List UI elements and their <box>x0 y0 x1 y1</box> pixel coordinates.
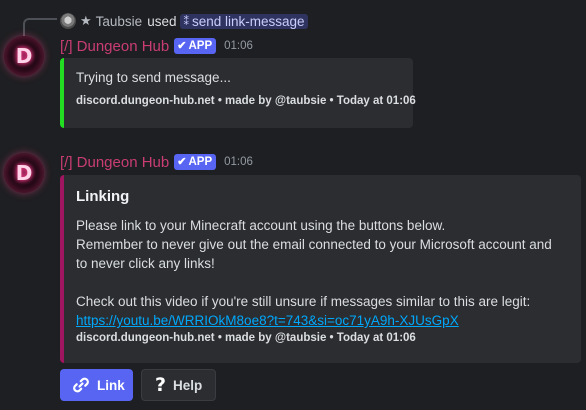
linking-embed: Linking Please link to your Minecraft ac… <box>60 175 581 363</box>
message-timestamp[interactable]: 01:06 <box>224 156 253 168</box>
replied-username[interactable]: Taubsie <box>96 14 143 29</box>
question-icon: ? <box>155 374 167 396</box>
message-timestamp[interactable]: 01:06 <box>224 40 253 52</box>
slash-command-icon: ⁑ <box>183 15 189 28</box>
embed-description-line: Remember to never give out the email con… <box>76 237 552 252</box>
embed-description-line: Check out this video if you're still uns… <box>76 294 531 309</box>
link-button-label: Link <box>97 377 125 393</box>
embed-description: Please link to your Minecraft account us… <box>76 216 576 330</box>
app-badge: ✔ APP <box>174 154 217 170</box>
embed-title: Linking <box>76 188 130 205</box>
bot-avatar[interactable]: D <box>4 36 44 76</box>
slash-command-name: send link-message <box>191 13 305 29</box>
bot-username[interactable]: [/] Dungeon Hub <box>60 154 169 171</box>
message-header: [/] Dungeon Hub ✔ APP 01:06 <box>60 152 253 172</box>
avatar-letter: D <box>15 44 33 68</box>
link-button[interactable]: Link <box>60 369 133 401</box>
verified-check-icon: ✔ <box>177 156 187 168</box>
avatar-letter: D <box>15 161 33 185</box>
help-button[interactable]: ? Help <box>141 369 216 401</box>
reply-connector <box>23 18 57 36</box>
star-icon: ★ <box>80 13 92 28</box>
app-badge: ✔ APP <box>174 38 217 54</box>
replied-user-avatar[interactable] <box>60 13 76 29</box>
message-header: [/] Dungeon Hub ✔ APP 01:06 <box>60 36 253 56</box>
embed-description-line: to never click any links! <box>76 256 215 271</box>
verified-check-icon: ✔ <box>177 40 187 52</box>
embed-description-line: Please link to your Minecraft account us… <box>76 218 446 233</box>
reply-used-text: used <box>147 13 177 29</box>
bot-username[interactable]: [/] Dungeon Hub <box>60 38 169 55</box>
embed-footer: discord.dungeon-hub.net • made by @taubs… <box>76 95 416 107</box>
help-button-label: Help <box>173 377 203 393</box>
status-embed: Trying to send message... discord.dungeo… <box>60 58 416 128</box>
embed-description: Trying to send message... <box>76 70 231 85</box>
reply-reference[interactable]: ★ Taubsie used ⁑ send link-message <box>60 12 308 30</box>
app-badge-label: APP <box>188 40 213 52</box>
link-icon <box>71 375 91 395</box>
youtube-video-link[interactable]: https://youtu.be/WRRIOkM8oe8?t=743&si=oc… <box>76 311 576 330</box>
bot-avatar[interactable]: D <box>4 153 44 193</box>
embed-footer: discord.dungeon-hub.net • made by @taubs… <box>76 332 416 344</box>
app-badge-label: APP <box>188 156 213 168</box>
slash-command-pill[interactable]: ⁑ send link-message <box>180 13 308 29</box>
